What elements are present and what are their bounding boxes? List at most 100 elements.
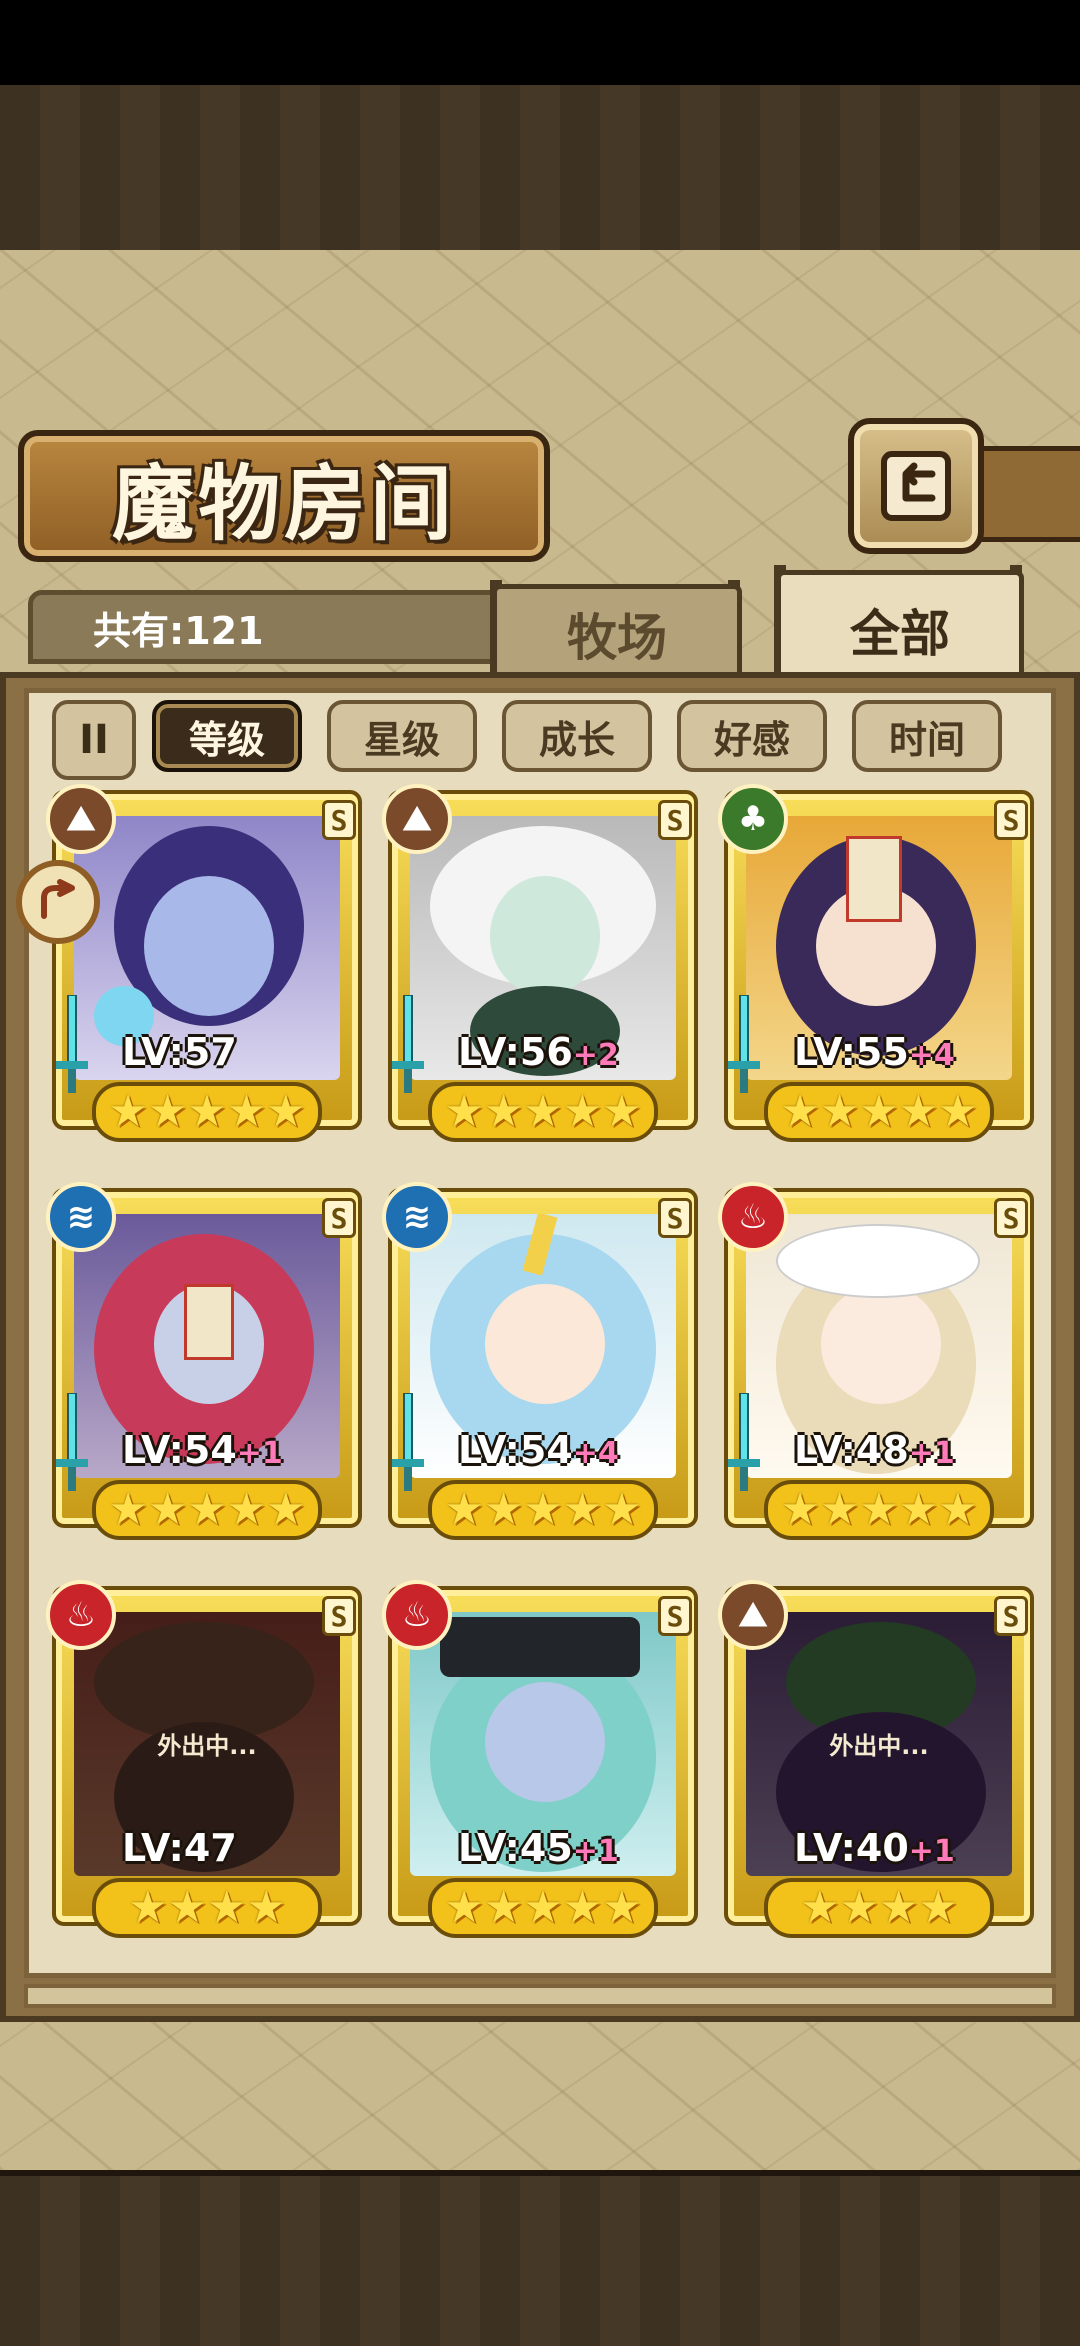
monster-card[interactable]: ≋ S LV:54+1 ★ ★ ★ ★ ★ [46, 1182, 362, 1553]
nature-element-icon: ♣ [718, 784, 788, 854]
star-rating: ★ ★ ★ ★ ★ [764, 1480, 994, 1540]
star-icon: ★ [523, 1086, 563, 1137]
star-rating: ★ ★ ★ ★ [764, 1878, 994, 1938]
monster-card[interactable]: 外出中... ⛰ S LV:40+1 ★ ★ ★ ★ [718, 1580, 1034, 1951]
star-icon: ★ [108, 1086, 148, 1137]
sword-icon [392, 995, 424, 1093]
star-icon: ★ [483, 1484, 524, 1535]
sort-affection-button[interactable]: 好感 [677, 700, 827, 772]
monster-count-bar: 共有:121 [28, 590, 508, 664]
monster-count: 共有:121 [93, 608, 264, 653]
rank-badge: S [322, 1596, 356, 1636]
monster-card[interactable]: ♣ S LV:55+4 ★ ★ ★ ★ ★ [718, 784, 1034, 1155]
star-icon: ★ [483, 1882, 524, 1933]
star-icon: ★ [444, 1484, 484, 1535]
monster-card[interactable]: 外出中... ♨ S LV:47 ★ ★ ★ ★ [46, 1580, 362, 1951]
sword-icon [728, 995, 760, 1093]
monster-level: LV:55+4 [794, 1030, 955, 1074]
star-icon: ★ [187, 1484, 227, 1535]
star-icon: ★ [108, 1484, 148, 1535]
rank-badge: S [322, 1198, 356, 1238]
star-icon: ★ [602, 1882, 642, 1933]
star-icon: ★ [523, 1882, 563, 1933]
star-icon: ★ [128, 1882, 168, 1933]
earth-element-icon: ⛰ [718, 1580, 788, 1650]
monster-card[interactable]: ⛰ S LV:56+2 ★ ★ ★ ★ ★ [382, 784, 698, 1155]
title-banner: 魔物房间 [18, 430, 550, 562]
rank-badge: S [994, 1198, 1028, 1238]
return-icon [881, 451, 951, 521]
rank-badge: S [994, 1596, 1028, 1636]
monster-level: LV:45+1 [458, 1826, 619, 1870]
star-rating: ★ ★ ★ ★ ★ [428, 1878, 658, 1938]
pointer-icon [41, 879, 75, 919]
back-button[interactable] [848, 418, 984, 554]
star-icon: ★ [780, 1086, 820, 1137]
star-rating: ★ ★ ★ ★ ★ [428, 1480, 658, 1540]
monster-card[interactable]: ♨ S LV:45+1 ★ ★ ★ ★ ★ [382, 1580, 698, 1951]
sort-order-toggle[interactable]: II [52, 700, 136, 780]
star-icon: ★ [938, 1086, 978, 1137]
sort-time-button[interactable]: 时间 [852, 700, 1002, 772]
monster-level: LV:56+2 [458, 1030, 619, 1074]
star-rating: ★ ★ ★ ★ ★ [92, 1480, 322, 1540]
star-icon: ★ [187, 1086, 227, 1137]
star-icon: ★ [226, 1484, 267, 1535]
away-status: 外出中... [829, 1732, 929, 1760]
star-icon: ★ [898, 1086, 939, 1137]
sword-icon [56, 995, 88, 1093]
star-icon: ★ [819, 1484, 860, 1535]
monster-card[interactable]: ⛰ S LV:57 ★ ★ ★ ★ ★ [46, 784, 362, 1155]
fire-element-icon: ♨ [382, 1580, 452, 1650]
star-rating: ★ ★ ★ ★ ★ [764, 1082, 994, 1142]
top-frame [0, 85, 1080, 256]
monster-level: LV:54+1 [122, 1428, 283, 1472]
fire-element-icon: ♨ [46, 1580, 116, 1650]
rank-badge: S [322, 800, 356, 840]
rank-badge: S [658, 1596, 692, 1636]
sort-star-button[interactable]: 星级 [327, 700, 477, 772]
star-icon: ★ [523, 1484, 563, 1535]
earth-element-icon: ⛰ [46, 784, 116, 854]
star-icon: ★ [167, 1882, 207, 1933]
sword-icon [728, 1393, 760, 1491]
star-icon: ★ [879, 1882, 919, 1933]
tab-all[interactable]: 全部 [776, 570, 1024, 685]
star-icon: ★ [483, 1086, 524, 1137]
star-icon: ★ [266, 1086, 306, 1137]
star-icon: ★ [562, 1882, 603, 1933]
tab-farm[interactable]: 牧场 [492, 584, 742, 679]
page-title: 魔物房间 [111, 455, 456, 552]
fire-element-icon: ♨ [718, 1182, 788, 1252]
water-element-icon: ≋ [46, 1182, 116, 1252]
star-rating: ★ ★ ★ ★ ★ [428, 1082, 658, 1142]
status-bar [0, 0, 1080, 85]
water-element-icon: ≋ [382, 1182, 452, 1252]
star-icon: ★ [819, 1086, 860, 1137]
sword-icon [392, 1393, 424, 1491]
list-footer [24, 1984, 1056, 2008]
bottom-frame [0, 2170, 1080, 2346]
star-icon: ★ [562, 1086, 603, 1137]
star-icon: ★ [602, 1484, 642, 1535]
sort-level-button[interactable]: 等级 [152, 700, 302, 772]
sort-growth-button[interactable]: 成长 [502, 700, 652, 772]
star-icon: ★ [602, 1086, 642, 1137]
sort-order-icon: II [79, 717, 109, 763]
star-icon: ★ [147, 1484, 188, 1535]
favorite-marker-button[interactable] [16, 860, 100, 944]
monster-card[interactable]: ≋ S LV:54+4 ★ ★ ★ ★ ★ [382, 1182, 698, 1553]
monster-card[interactable]: ♨ S LV:48+1 ★ ★ ★ ★ ★ [718, 1182, 1034, 1553]
star-icon: ★ [444, 1882, 484, 1933]
star-icon: ★ [839, 1882, 879, 1933]
rank-badge: S [994, 800, 1028, 840]
star-icon: ★ [246, 1882, 286, 1933]
star-icon: ★ [780, 1484, 820, 1535]
star-icon: ★ [226, 1086, 267, 1137]
monster-level: LV:54+4 [458, 1428, 619, 1472]
earth-element-icon: ⛰ [382, 784, 452, 854]
star-icon: ★ [562, 1484, 603, 1535]
monster-level: LV:40+1 [794, 1826, 955, 1870]
rank-badge: S [658, 800, 692, 840]
monster-level: LV:57 [122, 1030, 237, 1074]
